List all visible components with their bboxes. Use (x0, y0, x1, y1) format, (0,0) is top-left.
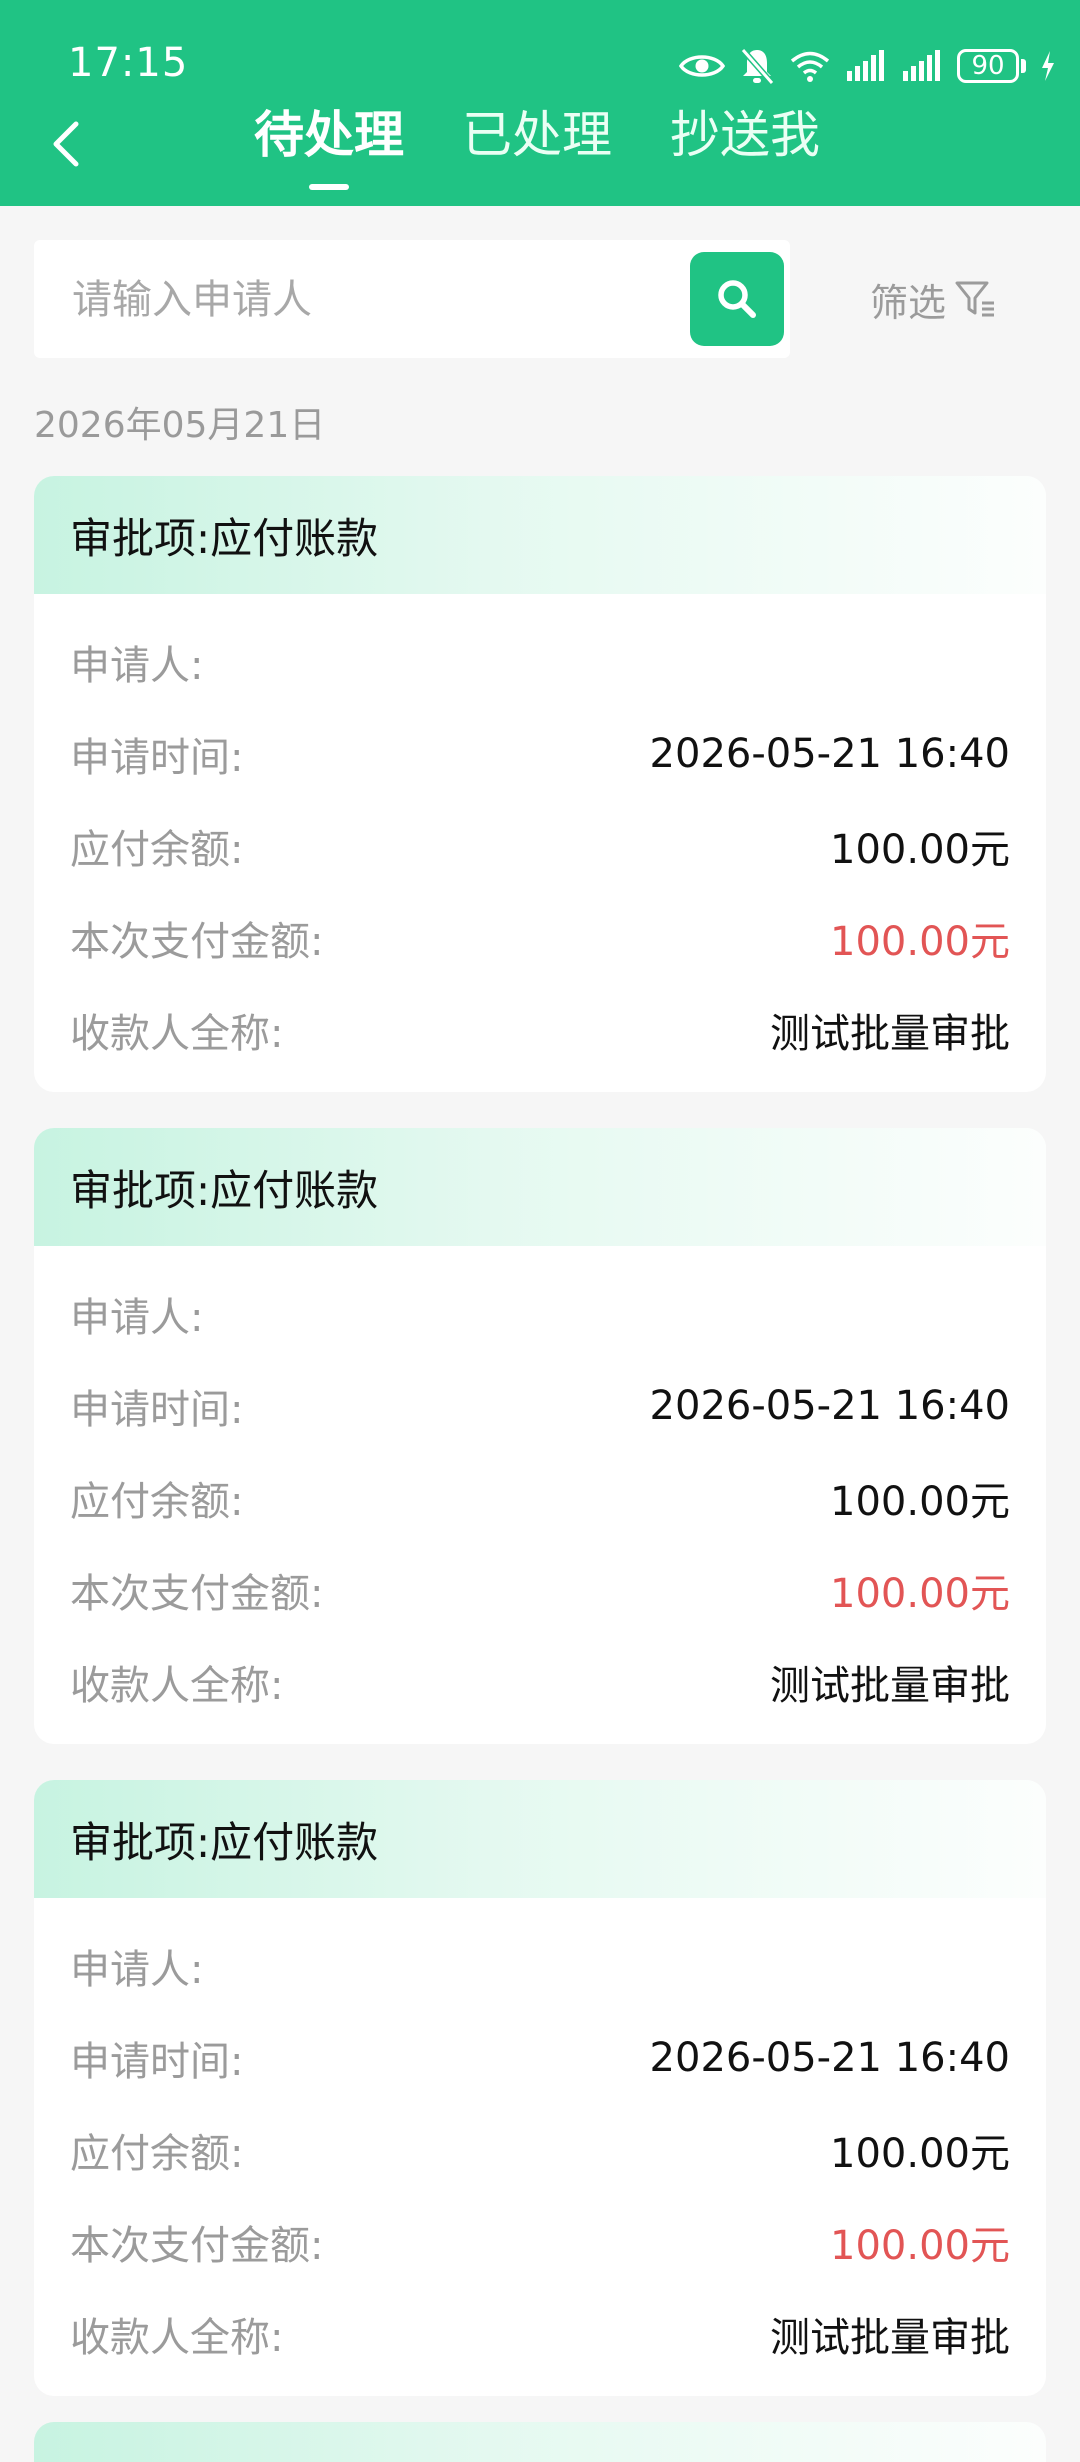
card-title: 审批项: 应付账款 (34, 1128, 1046, 1246)
back-arrow-icon[interactable] (46, 114, 86, 174)
apply-time-value: 2026-05-21 16:40 (649, 731, 1010, 777)
filter-icon (955, 281, 995, 317)
payee-value: 测试批量审批 (770, 1011, 1010, 1057)
battery-icon: 90 (957, 49, 1026, 83)
tab-bar: 待处理 已处理 抄送我 (254, 104, 878, 190)
tab-pending-label: 待处理 (254, 106, 404, 164)
filter-button[interactable]: 筛选 (870, 240, 998, 358)
payee-value: 测试批量审批 (770, 2315, 1010, 2361)
row-apply-time: 申请时间: 2026-05-21 16:40 (70, 1376, 1010, 1436)
apply-time-label: 申请时间: (70, 2039, 244, 2085)
card-title-value: 应付账款 (210, 1817, 379, 1867)
payee-label: 收款人全称: (70, 1663, 284, 1709)
row-pay-amount: 本次支付金额: 100.00元 (70, 1560, 1010, 1620)
approval-card[interactable]: 审批项: 应付账款 申请人: 申请时间: 2026-05-21 16:40 应付… (34, 476, 1046, 1092)
approval-card[interactable]: 审批项: 应付账款 申请人: 申请时间: 2026-05-21 16:40 应付… (34, 1128, 1046, 1744)
payee-label: 收款人全称: (70, 1011, 284, 1057)
next-card-peek (34, 2422, 1046, 2462)
approval-card[interactable]: 审批项: 应付账款 申请人: 申请时间: 2026-05-21 16:40 应付… (34, 1780, 1046, 2396)
card-title: 审批项: 应付账款 (34, 476, 1046, 594)
applicant-label: 申请人: (70, 1295, 204, 1341)
card-title-value: 应付账款 (210, 1165, 379, 1215)
approval-list: 审批项: 应付账款 申请人: 申请时间: 2026-05-21 16:40 应付… (34, 476, 1046, 2432)
row-payable-balance: 应付余额: 100.00元 (70, 1468, 1010, 1528)
apply-time-value: 2026-05-21 16:40 (649, 2035, 1010, 2081)
apply-time-label: 申请时间: (70, 1387, 244, 1433)
row-apply-time: 申请时间: 2026-05-21 16:40 (70, 724, 1010, 784)
payable-balance-label: 应付余额: (70, 1479, 244, 1525)
card-title-prefix: 审批项: (70, 1817, 211, 1867)
pay-amount-value: 100.00元 (830, 1571, 1010, 1617)
tab-cc-me[interactable]: 抄送我 (670, 104, 820, 166)
row-pay-amount: 本次支付金额: 100.00元 (70, 908, 1010, 968)
tab-pending[interactable]: 待处理 (254, 104, 404, 190)
search-box (34, 240, 790, 360)
card-title-value: 应付账款 (210, 513, 379, 563)
payable-balance-value: 100.00元 (830, 1479, 1010, 1525)
row-applicant: 申请人: (70, 1284, 1010, 1344)
row-payable-balance: 应付余额: 100.00元 (70, 2120, 1010, 2180)
card-title-prefix: 审批项: (70, 513, 211, 563)
wifi-icon (790, 51, 830, 82)
search-row: 筛选 (34, 240, 1044, 360)
card-title-prefix: 审批项: (70, 1165, 211, 1215)
pay-amount-label: 本次支付金额: (70, 1571, 324, 1617)
payee-label: 收款人全称: (70, 2315, 284, 2361)
tab-processed-label: 已处理 (462, 106, 612, 164)
battery-level: 90 (957, 49, 1019, 83)
search-input[interactable] (70, 240, 674, 360)
applicant-label: 申请人: (70, 643, 204, 689)
row-payee: 收款人全称: 测试批量审批 (70, 1652, 1010, 1712)
row-apply-time: 申请时间: 2026-05-21 16:40 (70, 2028, 1010, 2088)
date-group-header: 2026年05月21日 (34, 405, 326, 446)
payee-value: 测试批量审批 (770, 1663, 1010, 1709)
apply-time-label: 申请时间: (70, 735, 244, 781)
pay-amount-value: 100.00元 (830, 919, 1010, 965)
applicant-label: 申请人: (70, 1947, 204, 1993)
eye-icon (679, 55, 725, 77)
payable-balance-label: 应付余额: (70, 2131, 244, 2177)
filter-label: 筛选 (870, 280, 947, 325)
app-header: 17:15 90 待处理 已处理 抄送我 (0, 0, 1080, 206)
payable-balance-value: 100.00元 (830, 2131, 1010, 2177)
payable-balance-label: 应付余额: (70, 827, 244, 873)
search-icon (718, 280, 756, 318)
row-payee: 收款人全称: 测试批量审批 (70, 1000, 1010, 1060)
signal-icon (847, 50, 884, 81)
row-applicant: 申请人: (70, 1936, 1010, 1996)
apply-time-value: 2026-05-21 16:40 (649, 1383, 1010, 1429)
payable-balance-value: 100.00元 (830, 827, 1010, 873)
pay-amount-label: 本次支付金额: (70, 2223, 324, 2269)
signal-icon (903, 50, 940, 81)
pay-amount-value: 100.00元 (830, 2223, 1010, 2269)
tab-processed[interactable]: 已处理 (462, 104, 612, 166)
row-applicant: 申请人: (70, 632, 1010, 692)
card-title: 审批项: 应付账款 (34, 1780, 1046, 1898)
row-payee: 收款人全称: 测试批量审批 (70, 2304, 1010, 2364)
search-button[interactable] (690, 252, 784, 346)
row-pay-amount: 本次支付金额: 100.00元 (70, 2212, 1010, 2272)
bell-off-icon (740, 48, 775, 85)
status-icons: 90 (679, 44, 1056, 88)
status-time: 17:15 (68, 40, 189, 86)
pay-amount-label: 本次支付金额: (70, 919, 324, 965)
tab-cc-me-label: 抄送我 (670, 106, 820, 164)
row-payable-balance: 应付余额: 100.00元 (70, 816, 1010, 876)
tab-active-indicator (309, 184, 349, 190)
charging-icon (1042, 51, 1054, 81)
